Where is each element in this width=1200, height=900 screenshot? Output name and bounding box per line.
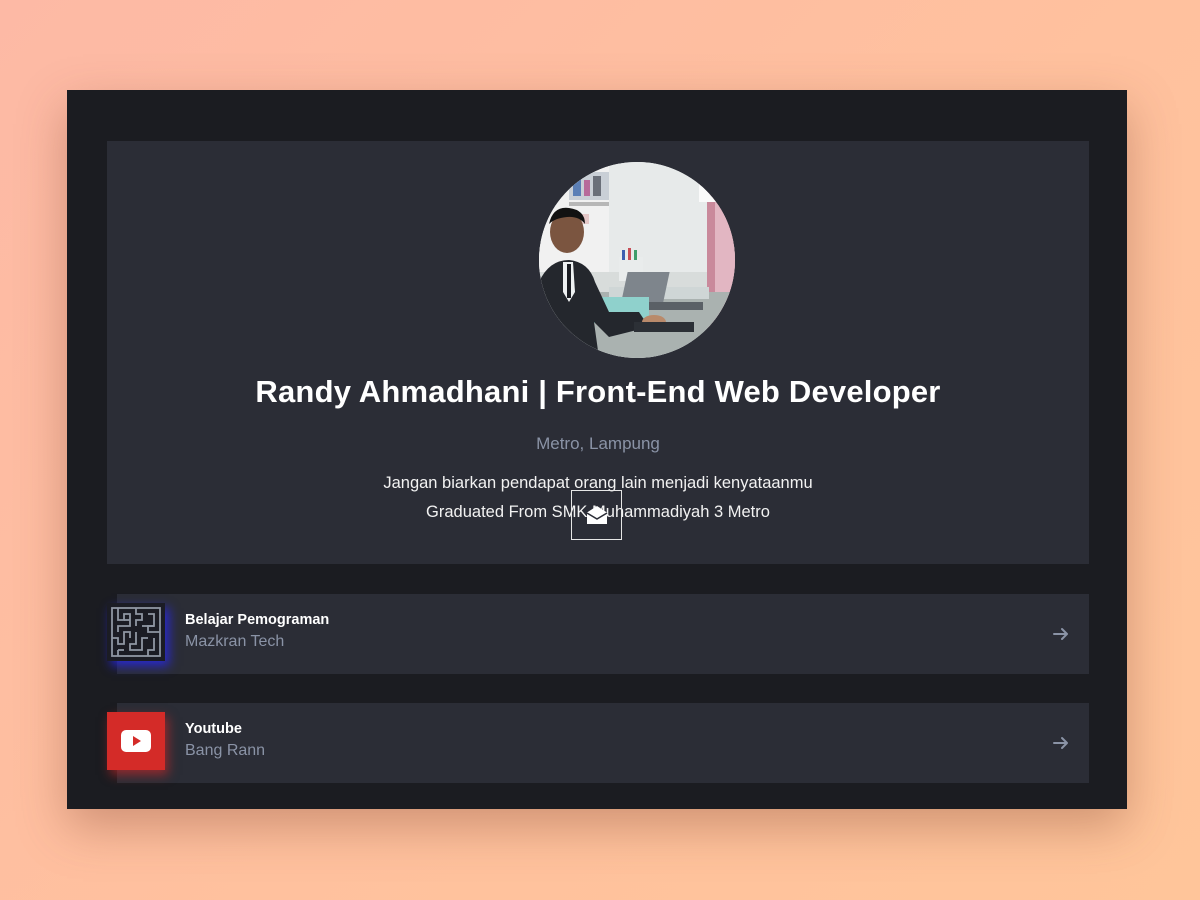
maze-logo-icon <box>107 603 165 661</box>
arrow-right-icon <box>1053 628 1068 640</box>
youtube-icon <box>107 712 165 770</box>
envelope-open-icon <box>586 506 607 524</box>
profile-name: Randy Ahmadhani | Front-End Web Develope… <box>255 374 941 409</box>
link-card-belajar-pemograman[interactable]: Belajar Pemograman Mazkran Tech <box>107 594 1089 674</box>
link-title: Youtube <box>185 721 242 737</box>
profile-avatar <box>539 162 735 358</box>
link-title: Belajar Pemograman <box>185 612 330 628</box>
profile-location: Metro, Lampung <box>536 434 660 453</box>
link-subtitle: Bang Rann <box>185 742 266 759</box>
link-subtitle: Mazkran Tech <box>185 633 285 650</box>
link-card-youtube[interactable]: Youtube Bang Rann <box>107 703 1089 783</box>
email-contact-button[interactable] <box>571 490 622 540</box>
app-window: Randy Ahmadhani | Front-End Web Develope… <box>67 90 1127 809</box>
profile-card: Randy Ahmadhani | Front-End Web Develope… <box>107 141 1089 564</box>
arrow-right-icon <box>1053 737 1068 749</box>
